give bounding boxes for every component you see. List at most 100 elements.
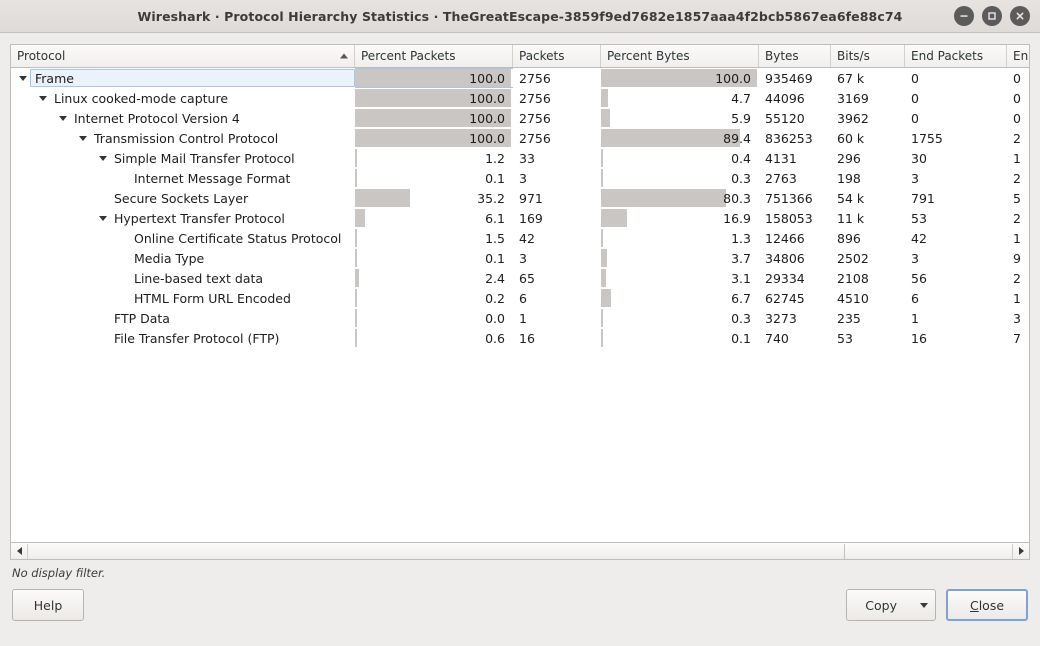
- scroll-left-button[interactable]: [11, 543, 28, 559]
- protocol-tree-node: File Transfer Protocol (FTP): [11, 328, 355, 348]
- cell-percent-bytes: 16.9: [601, 208, 759, 228]
- table-row[interactable]: Frame 100.0 2756 100.0 935469 67 k 0 0: [11, 68, 1029, 88]
- chevron-right-icon: [1018, 547, 1024, 555]
- table-row[interactable]: Internet Message Format 0.1 3 0.3 2763 198 3 2: [11, 168, 1029, 188]
- tree-expander-icon[interactable]: [15, 75, 30, 81]
- help-button[interactable]: Help: [12, 589, 84, 621]
- percent-bytes-value: 6.7: [731, 290, 751, 306]
- table-row[interactable]: FTP Data 0.0 1 0.3 3273 235 1 3: [11, 308, 1029, 328]
- protocol-tree-node: Online Certificate Status Protocol: [11, 228, 355, 248]
- cell-percent-packets: 0.6: [355, 328, 513, 348]
- cell-bytes: 935469: [759, 68, 831, 88]
- scrollbar-thumb[interactable]: [28, 543, 845, 559]
- column-header-en[interactable]: En: [1007, 45, 1029, 67]
- cell-bits-per-second: 235: [831, 308, 905, 328]
- bits-per-second-value: 67 k: [837, 70, 865, 86]
- cell-percent-packets: 100.0: [355, 108, 513, 128]
- chevron-down-icon: [98, 215, 107, 221]
- protocol-tree-node: Linux cooked-mode capture: [11, 88, 355, 108]
- cell-end-bytes: 0: [1007, 108, 1029, 128]
- cell-bits-per-second: 11 k: [831, 208, 905, 228]
- end-bytes-value: 2: [1013, 210, 1021, 226]
- protocol-name-label: Line-based text data: [134, 270, 264, 286]
- tree-expander-icon[interactable]: [75, 135, 90, 141]
- bits-per-second-value: 896: [837, 230, 861, 246]
- close-button[interactable]: [1010, 6, 1030, 26]
- column-header-percent-packets[interactable]: Percent Packets: [355, 45, 513, 67]
- cell-protocol: FTP Data: [11, 308, 355, 328]
- cell-percent-packets: 0.1: [355, 248, 513, 268]
- column-header-bits-s[interactable]: Bits/s: [831, 45, 905, 67]
- table-row[interactable]: Line-based text data 2.4 65 3.1 29334 2108 56 2: [11, 268, 1029, 288]
- table-row[interactable]: Hypertext Transfer Protocol 6.1 169 16.9 158…: [11, 208, 1029, 228]
- copy-dropdown-button[interactable]: [913, 590, 935, 620]
- maximize-button[interactable]: [982, 6, 1002, 26]
- bytes-value: 62745: [765, 290, 805, 306]
- table-header-row: Protocol Percent Packets Packets Percent By…: [11, 45, 1029, 68]
- cell-bytes: 34806: [759, 248, 831, 268]
- table-row[interactable]: Secure Sockets Layer 35.2 971 80.3 751366 54 …: [11, 188, 1029, 208]
- protocol-name-label: FTP Data: [114, 310, 170, 326]
- cell-end-packets: 56: [905, 268, 1007, 288]
- end-packets-value: 30: [911, 150, 927, 166]
- column-header-label: Percent Packets: [361, 49, 456, 63]
- table-row[interactable]: HTML Form URL Encoded 0.2 6 6.7 62745 4510 6 1: [11, 288, 1029, 308]
- end-bytes-value: 1: [1013, 150, 1021, 166]
- protocol-name-label: Simple Mail Transfer Protocol: [114, 150, 295, 166]
- tree-expander-icon[interactable]: [95, 155, 110, 161]
- cell-end-packets: 1: [905, 308, 1007, 328]
- tree-expander-icon[interactable]: [95, 215, 110, 221]
- cell-end-bytes: 2: [1007, 128, 1029, 148]
- cell-protocol: Online Certificate Status Protocol: [11, 228, 355, 248]
- cell-bits-per-second: 198: [831, 168, 905, 188]
- bytes-value: 44096: [765, 90, 805, 106]
- scrollbar-track[interactable]: [28, 543, 1012, 559]
- column-header-label: Bits/s: [837, 49, 870, 63]
- table-row[interactable]: Internet Protocol Version 4 100.0 2756 5.9 5…: [11, 108, 1029, 128]
- cell-end-bytes: 0: [1007, 68, 1029, 88]
- cell-packets: 2756: [513, 108, 601, 128]
- minimize-button[interactable]: [954, 6, 974, 26]
- cell-bits-per-second: 54 k: [831, 188, 905, 208]
- table-row[interactable]: File Transfer Protocol (FTP) 0.6 16 0.1 740 5…: [11, 328, 1029, 348]
- column-header-end-packets[interactable]: End Packets: [905, 45, 1007, 67]
- tree-expander-icon[interactable]: [35, 95, 50, 101]
- cell-percent-bytes: 89.4: [601, 128, 759, 148]
- cell-percent-bytes: 3.7: [601, 248, 759, 268]
- percent-bytes-bar: [601, 309, 603, 327]
- horizontal-scrollbar[interactable]: [11, 542, 1029, 559]
- cell-end-bytes: 0: [1007, 88, 1029, 108]
- cell-percent-packets: 35.2: [355, 188, 513, 208]
- protocol-tree-node: Internet Message Format: [11, 168, 355, 188]
- table-row[interactable]: Simple Mail Transfer Protocol 1.2 33 0.4 413…: [11, 148, 1029, 168]
- cell-end-packets: 791: [905, 188, 1007, 208]
- percent-packets-bar: [355, 329, 357, 347]
- protocol-name-label: Internet Message Format: [134, 170, 291, 186]
- cell-bits-per-second: 3962: [831, 108, 905, 128]
- table-row[interactable]: Linux cooked-mode capture 100.0 2756 4.7 440…: [11, 88, 1029, 108]
- column-header-packets[interactable]: Packets: [513, 45, 601, 67]
- copy-button-group[interactable]: Copy: [846, 589, 936, 621]
- end-bytes-value: 2: [1013, 170, 1021, 186]
- end-packets-value: 56: [911, 270, 927, 286]
- column-header-percent-bytes[interactable]: Percent Bytes: [601, 45, 759, 67]
- end-packets-value: 0: [911, 110, 919, 126]
- percent-bytes-bar: [601, 209, 628, 227]
- cell-bytes: 12466: [759, 228, 831, 248]
- percent-packets-bar: [355, 189, 410, 207]
- column-header-bytes[interactable]: Bytes: [759, 45, 831, 67]
- table-row[interactable]: Transmission Control Protocol 100.0 2756 89…: [11, 128, 1029, 148]
- close-dialog-button[interactable]: Close: [946, 589, 1028, 621]
- percent-packets-value: 0.0: [485, 310, 505, 326]
- column-header-protocol[interactable]: Protocol: [11, 45, 355, 67]
- end-packets-value: 791: [911, 190, 935, 206]
- end-bytes-value: 1: [1013, 290, 1021, 306]
- table-row[interactable]: Online Certificate Status Protocol 1.5 42 1…: [11, 228, 1029, 248]
- copy-button[interactable]: Copy: [847, 590, 913, 620]
- table-row[interactable]: Media Type 0.1 3 3.7 34806 2502 3 9: [11, 248, 1029, 268]
- percent-packets-bar: [355, 309, 357, 327]
- cell-end-packets: 16: [905, 328, 1007, 348]
- bytes-value: 3273: [765, 310, 797, 326]
- scroll-right-button[interactable]: [1012, 543, 1029, 559]
- tree-expander-icon[interactable]: [55, 115, 70, 121]
